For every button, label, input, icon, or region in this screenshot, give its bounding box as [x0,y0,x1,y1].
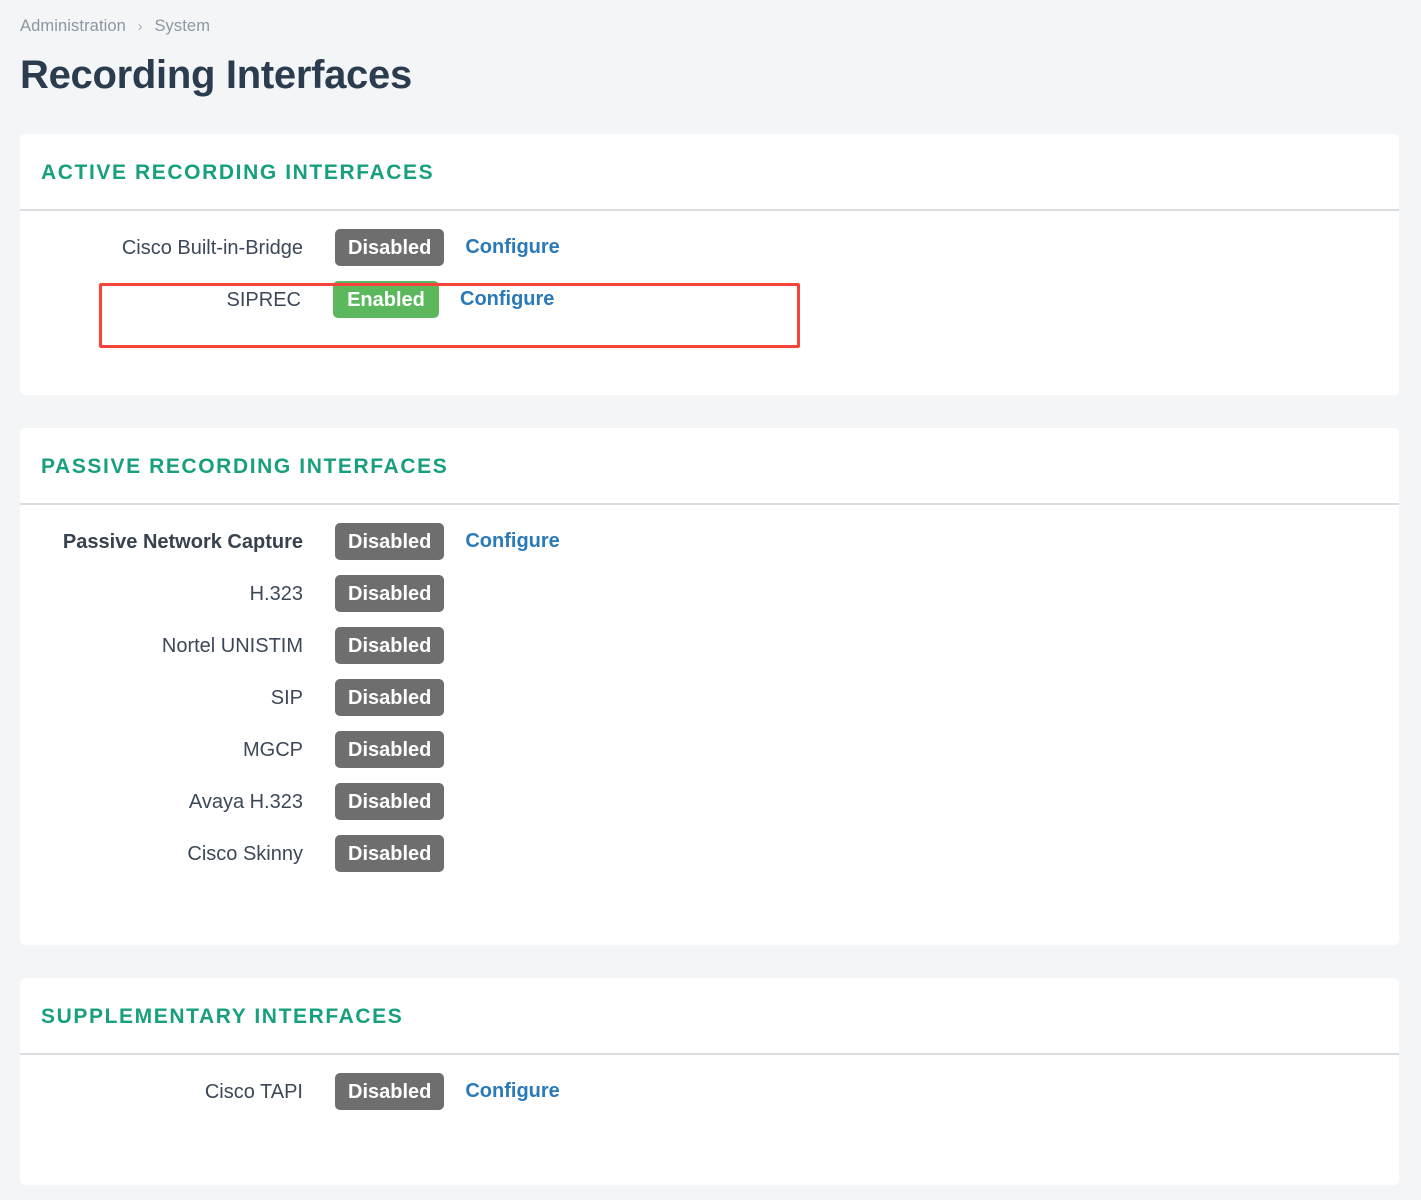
interface-row: Passive Network Capture Disabled Configure [20,523,1399,560]
configure-link[interactable]: Configure [465,530,559,553]
section-title-passive: PASSIVE RECORDING INTERFACES [41,455,449,478]
breadcrumb: Administration › System [20,16,1421,37]
interface-name-label: Avaya H.323 [188,790,303,813]
section-title-active: ACTIVE RECORDING INTERFACES [41,161,435,184]
interface-row: Cisco TAPI Disabled Configure [20,1073,1399,1110]
interface-name-label: Passive Network Capture [62,530,303,553]
interface-name-label: SIPREC [226,288,301,311]
interface-row: Cisco Skinny Disabled [20,835,1399,872]
section-title-supplementary: SUPPLEMENTARY INTERFACES [41,1005,404,1028]
interface-name-label: SIP [270,686,303,709]
interface-row: SIP Disabled [20,679,1399,716]
interface-name-label: Cisco Built-in-Bridge [121,236,303,259]
section-body-supplementary: Cisco TAPI Disabled Configure [20,1055,1399,1110]
status-badge[interactable]: Disabled [335,783,445,820]
section-card-supplementary: SUPPLEMENTARY INTERFACES Cisco TAPI Disabl… [20,978,1399,1185]
page-header: Administration › System Recording Interf… [0,0,1421,100]
section-card-active: ACTIVE RECORDING INTERFACES Cisco Built-i… [20,134,1399,395]
interface-name-label: Cisco Skinny [187,842,303,865]
interface-name-label: MGCP [243,738,303,761]
status-badge[interactable]: Disabled [335,1073,445,1110]
status-badge[interactable]: Enabled [333,281,439,318]
page-title: Recording Interfaces [20,53,412,97]
status-badge[interactable]: Disabled [335,229,445,266]
configure-link[interactable]: Configure [465,236,559,259]
interface-row: Avaya H.323 Disabled [20,783,1399,820]
interface-row: SIPREC Enabled Configure [18,281,1399,318]
section-card-passive: PASSIVE RECORDING INTERFACES Passive Netw… [20,428,1399,945]
status-badge[interactable]: Disabled [335,575,445,612]
breadcrumb-item-administration[interactable]: Administration [20,17,126,35]
interface-row: H.323 Disabled [20,575,1399,612]
recording-interfaces-page: Administration › System Recording Interf… [0,0,1421,1200]
chevron-right-icon: › [137,18,143,35]
interface-name-label: Nortel UNISTIM [161,634,303,657]
interface-row: Cisco Built-in-Bridge Disabled Configure [20,229,1399,266]
breadcrumb-item-system[interactable]: System [154,17,210,35]
section-body-passive: Passive Network Capture Disabled Configure… [20,505,1399,872]
status-badge[interactable]: Disabled [335,523,445,560]
configure-link[interactable]: Configure [465,1080,559,1103]
interface-row: MGCP Disabled [20,731,1399,768]
status-badge[interactable]: Disabled [335,679,445,716]
status-badge[interactable]: Disabled [335,835,445,872]
interface-name-label: Cisco TAPI [204,1080,303,1103]
section-body-active: Cisco Built-in-Bridge Disabled Configure SI… [20,211,1399,318]
interface-row: Nortel UNISTIM Disabled [20,627,1399,664]
status-badge[interactable]: Disabled [335,627,445,664]
interface-name-label: H.323 [249,582,303,605]
configure-link[interactable]: Configure [460,288,554,311]
status-badge[interactable]: Disabled [335,731,445,768]
